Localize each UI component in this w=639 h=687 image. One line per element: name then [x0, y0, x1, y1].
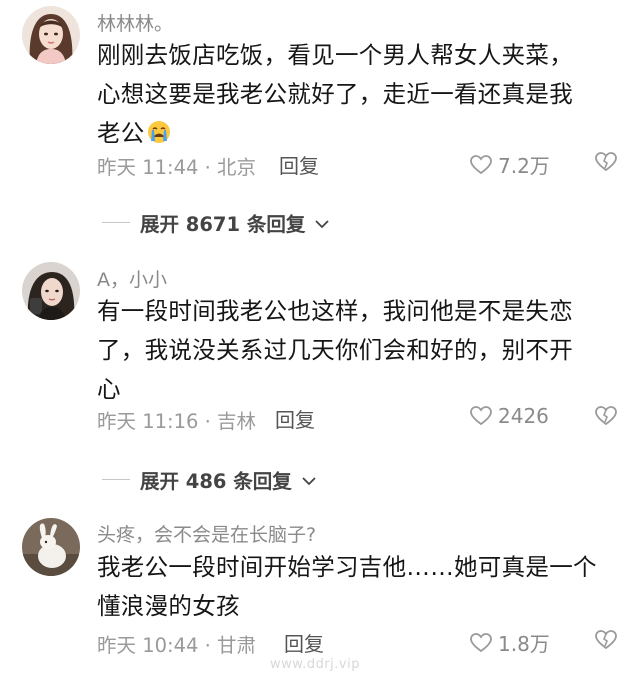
divider: [102, 479, 130, 480]
avatar[interactable]: [22, 262, 80, 320]
comment-text: 刚刚去饭店吃饭，看见一个男人帮女人夹菜， 心想这要是我老公就好了，走近一看还真是…: [97, 36, 617, 153]
comment-line: 刚刚去饭店吃饭，看见一个男人帮女人夹菜，: [97, 41, 573, 69]
username[interactable]: A，小小: [97, 265, 167, 292]
like-button[interactable]: 1.8万: [470, 628, 550, 657]
avatar[interactable]: [22, 6, 80, 64]
comment-time-location: 昨天 11:44 · 北京: [97, 156, 256, 179]
comment-text: 有一段时间我老公也这样，我问他是不是失恋 了，我说没关系过几天你们会和好的，别不…: [97, 292, 617, 409]
crying-face-icon: [147, 117, 171, 143]
dislike-button[interactable]: [595, 406, 617, 430]
expand-label: 展开 8671 条回复: [140, 213, 306, 236]
heart-outline-icon: [470, 632, 492, 653]
comment-text: 我老公一段时间开始学习吉他……她可真是一个 懂浪漫的女孩: [97, 548, 617, 626]
like-button[interactable]: 2426: [470, 404, 549, 428]
comment-line: 有一段时间我老公也这样，我问他是不是失恋: [97, 297, 573, 325]
comment-line: 了，我说没关系过几天你们会和好的，别不开: [97, 336, 573, 364]
dislike-button[interactable]: [595, 152, 617, 176]
watermark: www.ddrj.vip: [270, 657, 360, 672]
divider: [102, 222, 130, 223]
like-button[interactable]: 7.2万: [470, 150, 550, 179]
heart-outline-icon: [470, 406, 492, 426]
like-count: 2426: [498, 404, 549, 428]
username[interactable]: 林林林。: [97, 9, 173, 36]
comment-line: 懂浪漫的女孩: [97, 592, 240, 620]
expand-replies-button[interactable]: 展开 486 条回复: [102, 465, 316, 494]
reply-button[interactable]: 回复: [275, 404, 315, 433]
like-count: 1.8万: [498, 632, 550, 656]
chevron-down-icon: [315, 211, 329, 234]
comment-line: 老公: [97, 114, 617, 153]
username[interactable]: 头疼，会不会是在长脑子?: [97, 520, 316, 547]
reply-button[interactable]: 回复: [279, 150, 319, 179]
comment-line: 我老公一段时间开始学习吉他……她可真是一个: [97, 553, 597, 581]
heart-outline-icon: [470, 154, 492, 175]
avatar[interactable]: [22, 518, 80, 576]
expand-label: 展开 486 条回复: [140, 470, 292, 493]
broken-heart-icon: [595, 152, 617, 176]
reply-button[interactable]: 回复: [284, 628, 324, 657]
chevron-down-icon: [302, 468, 316, 491]
broken-heart-icon: [595, 406, 617, 430]
dislike-button[interactable]: [595, 630, 617, 654]
broken-heart-icon: [595, 630, 617, 654]
comment-line: 心想这要是我老公就好了，走近一看还真是我: [97, 80, 573, 108]
comment-time-location: 昨天 11:16 · 吉林: [97, 410, 256, 433]
comment-time-location: 昨天 10:44 · 甘肃: [97, 634, 256, 657]
like-count: 7.2万: [498, 154, 550, 178]
expand-replies-button[interactable]: 展开 8671 条回复: [102, 208, 329, 237]
